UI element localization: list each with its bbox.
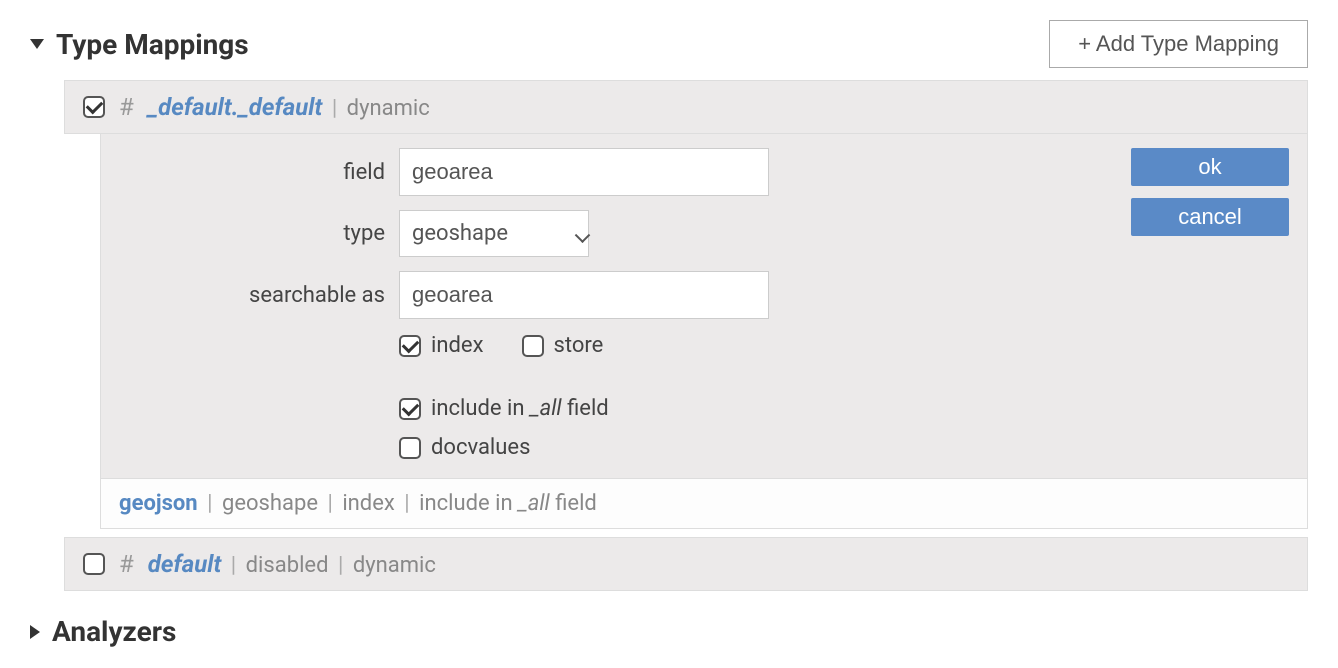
type-select[interactable]: geoshape — [399, 210, 589, 257]
mapping-enabled-checkbox[interactable] — [83, 96, 105, 118]
caret-down-icon — [30, 39, 44, 49]
separator: | — [332, 96, 337, 121]
mapping-tag: dynamic — [353, 553, 436, 578]
type-label: type — [119, 221, 399, 246]
docvalues-checkbox-label: docvalues — [431, 435, 530, 460]
hash-icon: # — [119, 550, 134, 578]
cancel-button[interactable]: cancel — [1131, 198, 1289, 236]
ok-button[interactable]: ok — [1131, 148, 1289, 186]
mapping-header-default-default[interactable]: # _default._default | dynamic — [64, 80, 1308, 134]
include-in-all-checkbox[interactable] — [399, 398, 421, 420]
type-mappings-toggle[interactable]: Type Mappings — [30, 28, 249, 61]
mapping-name: _default._default — [148, 93, 323, 121]
store-checkbox[interactable] — [522, 335, 544, 357]
field-editor-panel: ok cancel field type geoshape searchable… — [100, 134, 1308, 478]
store-checkbox-label: store — [554, 333, 604, 358]
field-summary-tag: index — [342, 491, 395, 516]
include-in-all-label: include in _all field — [431, 396, 609, 421]
mapping-tag: disabled — [246, 553, 329, 578]
field-label: field — [119, 160, 399, 185]
docvalues-checkbox[interactable] — [399, 437, 421, 459]
index-checkbox-label: index — [431, 333, 484, 358]
field-summary-geojson[interactable]: geojson | geoshape | index | include in … — [100, 478, 1308, 529]
mapping-header-default[interactable]: # default | disabled | dynamic — [64, 537, 1308, 591]
field-summary-include-in-all: include in _all field — [419, 491, 597, 516]
index-checkbox[interactable] — [399, 335, 421, 357]
mapping-enabled-checkbox[interactable] — [83, 553, 105, 575]
searchable-as-input[interactable] — [399, 271, 769, 319]
analyzers-toggle[interactable]: Analyzers — [30, 615, 1308, 648]
section-title-type-mappings: Type Mappings — [56, 28, 249, 61]
mapping-name: default — [148, 550, 222, 578]
field-summary-tag: geoshape — [222, 491, 318, 516]
field-name-input[interactable] — [399, 148, 769, 196]
add-type-mapping-button[interactable]: + Add Type Mapping — [1049, 20, 1308, 68]
caret-right-icon — [30, 625, 40, 639]
section-title-analyzers: Analyzers — [52, 615, 176, 648]
hash-icon: # — [119, 93, 134, 121]
field-summary-name: geojson — [119, 491, 198, 516]
mapping-tag-dynamic: dynamic — [347, 96, 430, 121]
searchable-as-label: searchable as — [119, 283, 399, 308]
